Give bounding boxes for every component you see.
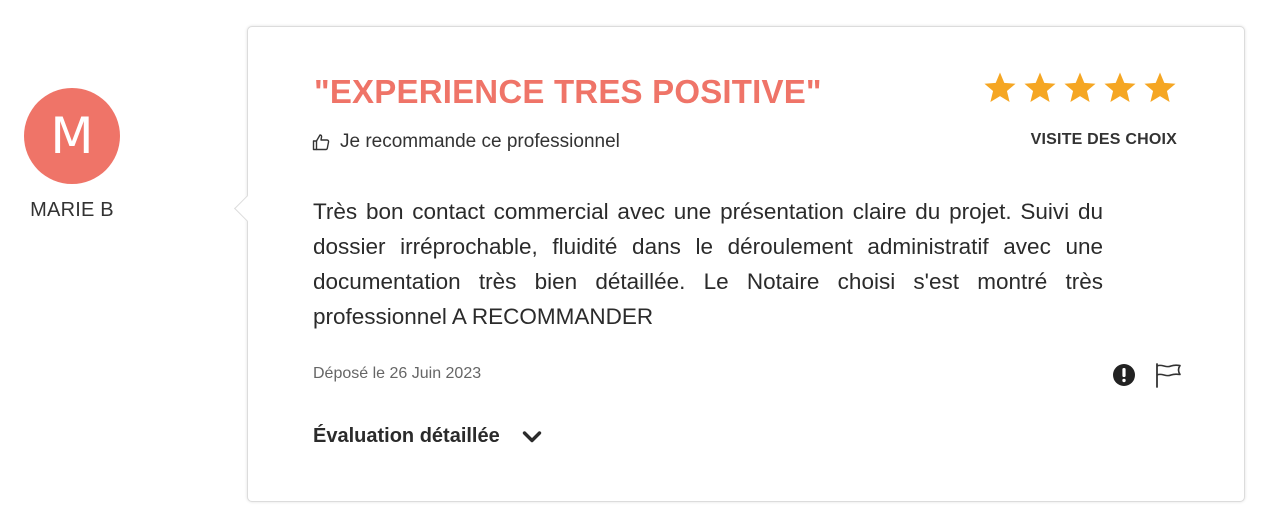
star-icon (1062, 71, 1098, 105)
visit-type: VISITE DES CHOIX (1030, 131, 1177, 148)
recommend-text: Je recommande ce professionnel (340, 131, 620, 152)
review-card: "EXPERIENCE TRES POSITIVE" Je recommande… (234, 26, 1245, 502)
star-icon (1102, 71, 1138, 105)
exclamation-icon[interactable] (1112, 363, 1136, 387)
star-rating (982, 71, 1178, 105)
star-icon (1142, 71, 1178, 105)
review-actions (1112, 362, 1182, 388)
posted-date: Déposé le 26 Juin 2023 (313, 365, 482, 382)
detailed-evaluation-toggle[interactable]: Évaluation détaillée (313, 425, 542, 448)
review-title: "EXPERIENCE TRES POSITIVE" (314, 73, 822, 110)
card-pointer (234, 195, 261, 222)
recommendation: Je recommande ce professionnel (312, 131, 620, 153)
review-body: Très bon contact commercial avec une pré… (313, 199, 1103, 329)
avatar: M (24, 88, 120, 184)
chevron-down-icon (522, 430, 542, 444)
star-icon (982, 71, 1018, 105)
reviewer: M MARIE B (22, 88, 122, 222)
thumbs-up-icon (312, 133, 330, 151)
star-icon (1022, 71, 1058, 105)
detailed-evaluation-label: Évaluation détaillée (313, 425, 500, 447)
flag-icon[interactable] (1154, 362, 1182, 388)
reviewer-name: MARIE B (30, 199, 114, 221)
